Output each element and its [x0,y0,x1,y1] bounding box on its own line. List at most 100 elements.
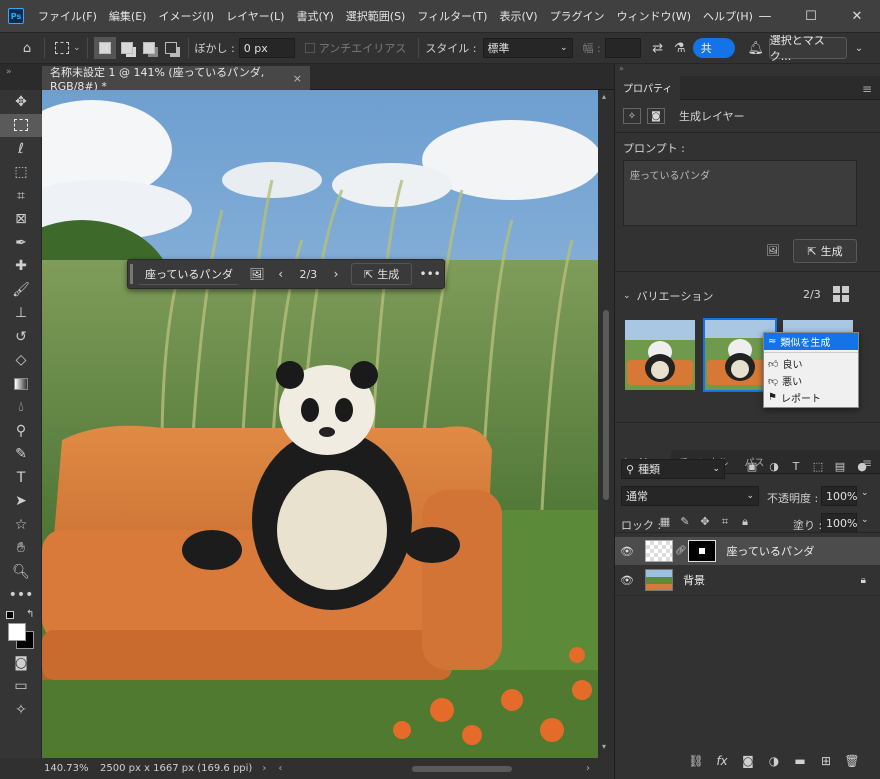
variations-header[interactable]: ⌄ バリエーション [623,288,713,304]
stamp-tool-icon[interactable]: ⊥ [0,302,42,326]
pen-tool-icon[interactable]: ✎ [0,443,42,467]
width-input[interactable] [604,38,641,58]
type-tool-icon[interactable]: T [0,466,42,490]
layer-mask-thumbnail[interactable] [688,540,717,562]
filter-toggle-icon[interactable]: ● [853,460,871,473]
swap-colors-icon[interactable]: ↰ [26,609,34,620]
marquee-preset-icon[interactable] [51,37,73,59]
menu-type[interactable]: 書式(Y) [290,8,339,24]
reference-image-icon[interactable]: 🖼︎ [763,240,783,260]
scroll-up-icon[interactable]: ▴ [602,92,606,101]
filter-pixel-icon[interactable]: ▣ [743,460,761,473]
add-mask-icon[interactable]: ◙ [737,754,759,768]
blur-tool-icon[interactable]: 💧︎ [0,396,42,420]
adjustment-layer-icon[interactable]: ◑ [763,754,785,768]
brush-tool-icon[interactable]: 🖌︎ [0,278,42,302]
share-button[interactable]: 共 [692,38,735,58]
new-layer-icon[interactable]: ⊞ [815,754,837,768]
tab-properties[interactable]: プロパティ [615,75,681,100]
marquee-tool-icon[interactable] [0,113,42,137]
path-select-tool-icon[interactable]: ➤ [0,490,42,514]
vertical-scrollbar[interactable]: ▴ ▾ [598,90,614,758]
filter-smart-object-icon[interactable]: ▤ [831,460,849,473]
fill-input[interactable]: 100% [821,513,857,533]
feather-input[interactable]: 0 px [238,38,295,58]
move-tool-icon[interactable]: ✥ [0,90,42,114]
minimize-icon[interactable]: — [742,0,788,32]
menu-layer[interactable]: レイヤー(L) [220,8,290,24]
lock-pixels-icon[interactable]: ✎ [677,515,693,529]
ctx-prev-icon[interactable]: ‹ [270,263,292,285]
select-and-mask-button[interactable]: 選択とマスク... [768,34,847,63]
report-item[interactable]: ⚑ レポート [764,389,858,406]
panel-collapse-icon[interactable]: » [615,64,880,76]
document-info[interactable]: 2500 px x 1667 px (169.6 ppi) [100,763,252,774]
new-group-icon[interactable]: ▬ [789,754,811,768]
chevron-down-icon[interactable]: ⌄ [855,43,863,54]
healing-brush-tool-icon[interactable]: ✚ [0,255,42,279]
info-arrow-icon[interactable]: › [262,763,266,774]
close-icon[interactable]: ✕ [834,0,880,32]
feedback-good-item[interactable]: 👍︎ 良い [764,355,858,372]
subtract-selection-icon[interactable] [138,37,160,59]
link-icon[interactable]: 🔗︎ [675,546,686,556]
chevron-down-icon[interactable]: ⌄ [861,515,869,525]
dodge-tool-icon[interactable]: ⚲ [0,419,42,443]
generative-fill-icon[interactable]: ✧ [0,698,42,722]
quick-mask-icon[interactable]: ◙ [0,651,42,675]
mask-icon[interactable]: ◙ [647,108,665,124]
more-options-icon[interactable]: ••• [416,263,444,285]
generate-similar-item[interactable]: ≈ 類似を生成 [764,333,858,350]
lock-transparency-icon[interactable]: ▦ [657,515,673,529]
eraser-tool-icon[interactable]: ◇ [0,349,42,373]
swap-icon[interactable]: ⇄ [647,37,669,59]
foreground-color-swatch[interactable] [8,623,26,641]
antialias-checkbox[interactable] [304,43,315,53]
scroll-down-icon[interactable]: ▾ [602,742,606,751]
menu-window[interactable]: ウィンドウ(W) [611,8,697,24]
scroll-right-icon[interactable]: › [586,763,590,774]
layer-filter-select[interactable]: ⚲ 種類 ⌄ [621,459,725,479]
eyedropper-tool-icon[interactable]: ✒ [0,231,42,255]
ctx-next-icon[interactable]: › [325,263,347,285]
chevron-down-icon[interactable]: ⌄ [73,43,81,53]
chevron-down-icon[interactable]: ⌄ [861,488,869,498]
grid-view-icon[interactable] [833,286,849,302]
shape-tool-icon[interactable]: ☆ [0,513,42,537]
generate-button[interactable]: ⇱ 生成 [793,239,857,263]
lock-position-icon[interactable]: ✥ [697,515,713,529]
history-brush-tool-icon[interactable]: ↺ [0,325,42,349]
feedback-bad-item[interactable]: 👎︎ 悪い [764,372,858,389]
lock-artboard-icon[interactable]: ⌗ [717,515,733,529]
visibility-eye-icon[interactable]: 👁︎ [615,574,639,587]
filter-type-icon[interactable]: T [787,460,805,473]
ctx-image-icon[interactable]: 🖼︎ [244,263,270,285]
menu-filter[interactable]: フィルター(T) [411,8,493,24]
crop-tool-icon[interactable]: ⌗ [0,184,42,208]
bell-icon[interactable]: 🔔︎ [745,37,767,59]
intersect-selection-icon[interactable] [160,37,182,59]
layer-row-background[interactable]: 👁︎ 背景 🔒︎ [615,566,880,594]
hand-tool-icon[interactable]: ✋︎ [0,537,42,561]
document-tab[interactable]: 名称未設定 1 @ 141% (座っているパンダ, RGB/8#) * × [42,66,310,93]
panel-menu-icon[interactable]: ≡ [862,82,872,96]
zoom-level[interactable]: 140.73% [44,763,94,774]
default-colors-icon[interactable] [6,611,14,619]
filter-shape-icon[interactable]: ⬚ [809,460,827,473]
maximize-icon[interactable]: ☐ [788,0,834,32]
fx-icon[interactable]: fx [711,754,733,768]
flask-icon[interactable]: ⚗ [669,37,691,59]
more-tools-icon[interactable]: ••• [0,584,42,608]
opacity-input[interactable]: 100% [821,486,857,506]
menu-file[interactable]: ファイル(F) [32,8,103,24]
ctx-prompt-input[interactable]: 座っているパンダ [138,263,238,285]
visibility-eye-icon[interactable]: 👁︎ [615,545,639,558]
object-select-tool-icon[interactable]: ⬚ [0,161,42,185]
filter-adjustment-icon[interactable]: ◑ [765,460,783,473]
gradient-tool-icon[interactable] [0,372,42,396]
menu-plugins[interactable]: プラグイン [544,8,611,24]
scroll-left-icon[interactable]: ‹ [278,763,282,774]
style-select[interactable]: 標準 ⌄ [482,38,573,58]
layer-name[interactable]: 座っているパンダ [726,543,814,559]
link-layers-icon[interactable]: ⛓ [685,754,707,768]
